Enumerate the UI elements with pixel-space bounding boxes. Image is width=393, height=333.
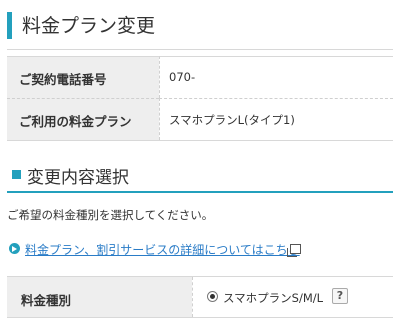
page-header: 料金プラン変更 <box>0 0 393 56</box>
fee-type-row: 料金種別 スマホプランS/M/L ? <box>7 276 393 318</box>
help-icon[interactable]: ? <box>332 288 348 304</box>
contract-phone-label-cell: ご契約電話番号 <box>7 56 159 98</box>
fee-type-label: 料金種別 <box>21 293 72 308</box>
page-title: 料金プラン変更 <box>22 15 156 37</box>
contract-phone-row: ご契約電話番号 070- <box>7 56 393 98</box>
current-plan-label-cell: ご利用の料金プラン <box>7 98 159 140</box>
contract-phone-label: ご契約電話番号 <box>19 72 107 87</box>
external-window-icon[interactable] <box>287 244 301 257</box>
section-title: 変更内容選択 <box>27 168 129 188</box>
link-arrow-icon <box>9 243 20 254</box>
plan-details-link[interactable]: 料金プラン、割引サービスの詳細についてはこちら <box>25 241 300 258</box>
plan-radio-button[interactable] <box>207 291 218 302</box>
title-accent-bar <box>7 12 12 39</box>
info-table-bottom-border <box>7 140 393 141</box>
contract-phone-value-cell: 070- <box>159 56 393 98</box>
current-plan-value: スマホプランL(タイプ1) <box>169 113 295 127</box>
current-plan-label: ご利用の料金プラン <box>19 114 132 129</box>
fee-type-label-cell: 料金種別 <box>7 277 192 317</box>
instruction-text: ご希望の料金種別を選択してください。 <box>7 208 214 222</box>
title-divider <box>7 49 393 50</box>
current-plan-value-cell: スマホプランL(タイプ1) <box>159 98 393 140</box>
plan-radio-label[interactable]: スマホプランS/M/L <box>223 290 323 306</box>
current-plan-row: ご利用の料金プラン スマホプランL(タイプ1) <box>7 98 393 140</box>
contract-phone-value: 070- <box>169 70 196 84</box>
change-selection-heading: 変更内容選択 <box>7 160 393 190</box>
section-divider <box>7 191 393 193</box>
section-bullet-icon <box>12 170 21 179</box>
fee-type-value-cell: スマホプランS/M/L ? <box>192 277 393 317</box>
